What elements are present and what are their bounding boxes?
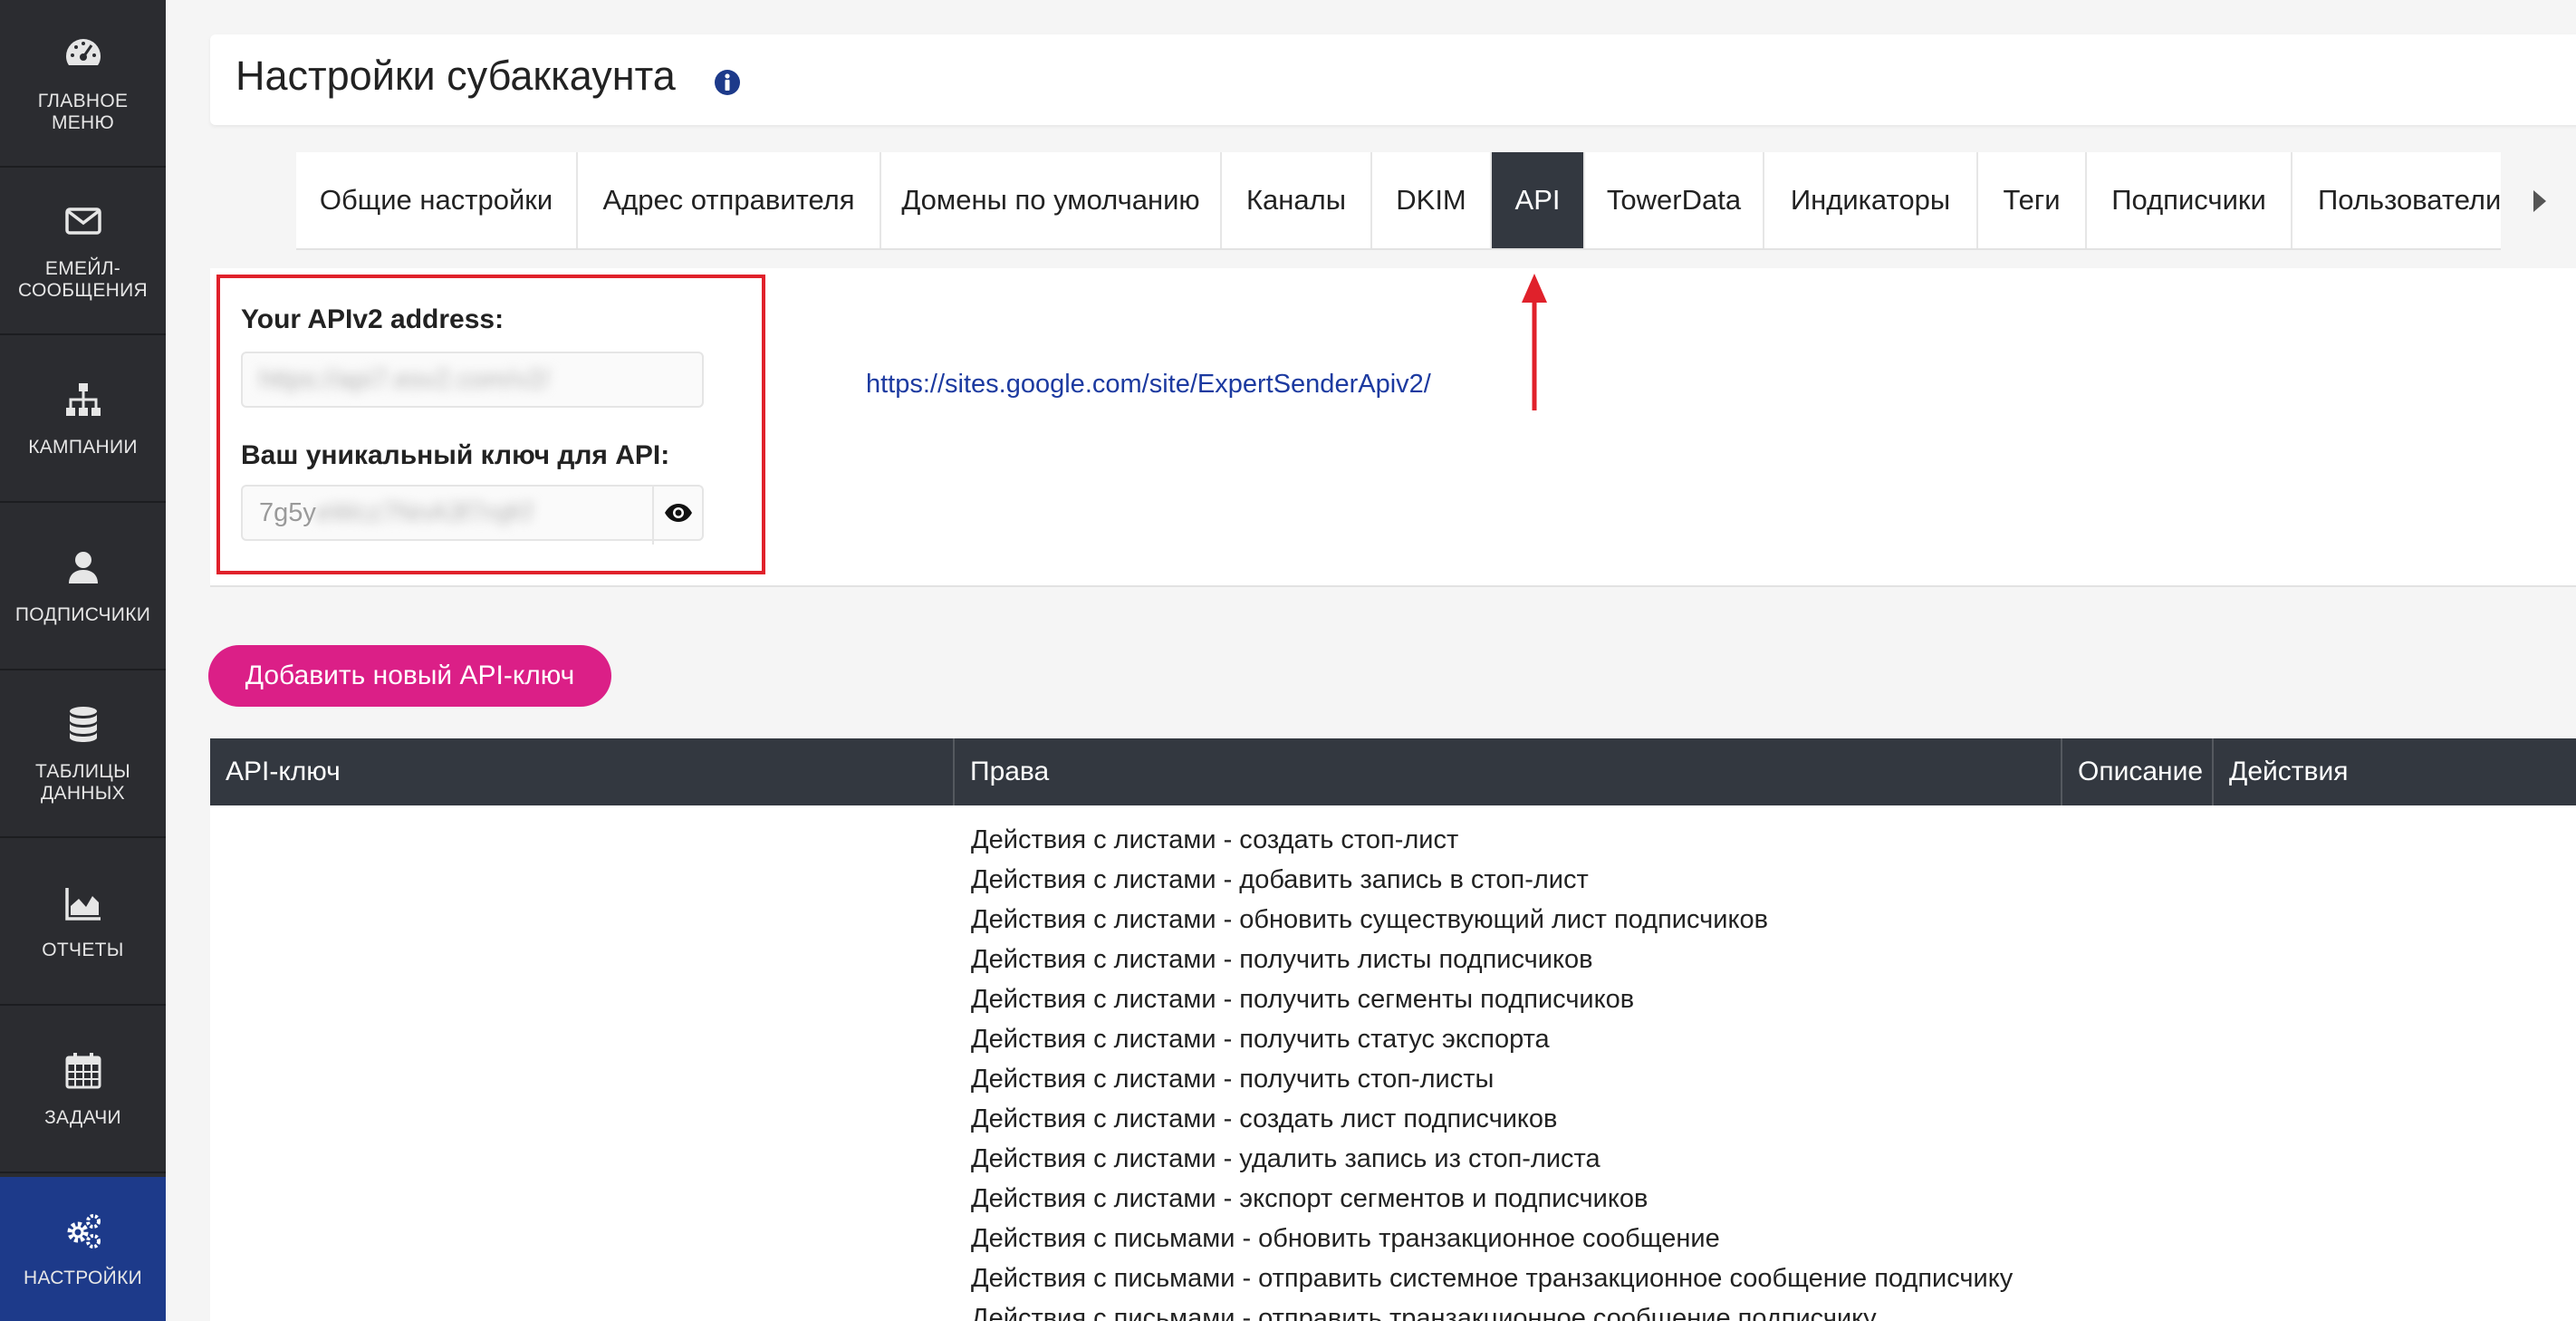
tab-dkim[interactable]: DKIM (1372, 152, 1492, 248)
column-header-api-key[interactable]: API-ключ (210, 738, 955, 805)
tab-users[interactable]: Пользователи (2292, 152, 2501, 248)
rights-list-item: Действия с листами - получить стоп-листы (971, 1065, 1495, 1094)
eye-icon (664, 503, 693, 527)
add-api-key-button[interactable]: Добавить новый API-ключ (208, 645, 611, 707)
api-address-field[interactable]: https://api7.esv2.com/v2/ (241, 352, 704, 408)
api-address-value: https://api7.esv2.com/v2/ (259, 364, 550, 394)
page-title: Настройки субаккаунта (235, 53, 676, 99)
tab-general-settings[interactable]: Общие настройки (296, 152, 578, 248)
sidebar-item-label: ОТЧЕТЫ (42, 939, 124, 960)
sidebar-item-label: НАСТРОЙКИ (23, 1267, 142, 1288)
sidebar: ГЛАВНОЕ МЕНЮ ЕМЕЙЛ-СООБЩЕНИЯ КАМПАНИИ ПО… (0, 0, 166, 1321)
rights-list-item: Действия с листами - получить статус экс… (971, 1025, 1550, 1054)
rights-list-item: Действия с листами - получить сегменты п… (971, 985, 1635, 1014)
red-arrow-annotation (1522, 274, 1547, 410)
sidebar-item-label: ПОДПИСЧИКИ (14, 603, 151, 625)
api-key-field[interactable]: 7g5y eWcz7NnA3f7rqKf (241, 485, 704, 541)
sitemap-icon (62, 379, 104, 420)
sidebar-item-settings[interactable]: НАСТРОЙКИ (0, 1177, 166, 1321)
tab-subscribers[interactable]: Подписчики (2087, 152, 2292, 248)
sidebar-item-label: ГЛАВНОЕ МЕНЮ (37, 90, 129, 133)
sidebar-item-emails[interactable]: ЕМЕЙЛ-СООБЩЕНИЯ (0, 168, 166, 335)
sidebar-item-tasks[interactable]: ЗАДАЧИ (0, 1006, 166, 1173)
tabs-scroll-right-icon[interactable] (2533, 190, 2546, 212)
rights-list: Действия с листами - создать стоп-лист Д… (971, 820, 2013, 1321)
rights-list-item: Действия с письмами - обновить транзакци… (971, 1224, 1720, 1253)
rights-list-item: Действия с письмами - отправить системно… (971, 1264, 2014, 1293)
tab-default-domains[interactable]: Домены по умолчанию (881, 152, 1222, 248)
sidebar-item-campaigns[interactable]: КАМПАНИИ (0, 335, 166, 503)
area-chart-icon (62, 882, 104, 923)
sidebar-item-main-menu[interactable]: ГЛАВНОЕ МЕНЮ (0, 0, 166, 168)
api-key-visible-part: 7g5y (259, 497, 316, 527)
dashboard-icon (62, 33, 104, 74)
rights-list-item: Действия с листами - обновить существующ… (971, 905, 1769, 934)
api-key-hidden-part: eWcz7NnA3f7rqKf (315, 497, 533, 527)
sidebar-item-label: КАМПАНИИ (28, 436, 138, 458)
tab-channels[interactable]: Каналы (1222, 152, 1372, 248)
settings-tabs: Общие настройки Адрес отправителя Домены… (296, 152, 2501, 250)
gears-icon (62, 1210, 104, 1251)
rights-list-item: Действия с письмами - отправить транзакц… (971, 1304, 1877, 1321)
sidebar-item-label: ТАБЛИЦЫ ДАННЫХ (34, 760, 131, 804)
api-address-label: Your APIv2 address: (241, 304, 505, 334)
page-header: Настройки субаккаунта (210, 34, 2576, 125)
sidebar-item-label: ЕМЕЙЛ-СООБЩЕНИЯ (18, 257, 148, 301)
rights-list-item: Действия с листами - создать лист подпис… (971, 1104, 1558, 1133)
show-key-button[interactable] (652, 485, 703, 545)
rights-list-item: Действия с листами - получить листы подп… (971, 945, 1593, 974)
rights-list-item: Действия с листами - создать стоп-лист (971, 825, 1459, 854)
column-header-actions[interactable]: Действия (2214, 738, 2576, 805)
tab-tags[interactable]: Теги (1978, 152, 2087, 248)
envelope-icon (62, 200, 104, 242)
rights-list-item: Действия с листами - добавить запись в с… (971, 865, 1589, 894)
calendar-icon (62, 1049, 104, 1091)
tab-sender-address[interactable]: Адрес отправителя (578, 152, 881, 248)
sidebar-item-subscribers[interactable]: ПОДПИСЧИКИ (0, 503, 166, 670)
column-header-rights[interactable]: Права (955, 738, 2062, 805)
tab-towerdata[interactable]: TowerData (1585, 152, 1764, 248)
user-icon (62, 546, 104, 588)
rights-list-item: Действия с листами - удалить запись из с… (971, 1144, 1600, 1173)
api-documentation-link[interactable]: https://sites.google.com/site/ExpertSend… (866, 370, 1431, 400)
tab-api[interactable]: API (1492, 152, 1585, 248)
sidebar-item-reports[interactable]: ОТЧЕТЫ (0, 838, 166, 1006)
api-keys-table-header: API-ключ Права Описание Действия (210, 738, 2576, 805)
sidebar-item-label: ЗАДАЧИ (44, 1106, 121, 1128)
column-header-description[interactable]: Описание (2062, 738, 2214, 805)
api-key-label: Ваш уникальный ключ для API: (241, 440, 670, 470)
database-icon (62, 703, 104, 745)
info-circle-icon[interactable] (714, 69, 741, 96)
rights-list-item: Действия с листами - экспорт сегментов и… (971, 1184, 1648, 1213)
sidebar-item-data-tables[interactable]: ТАБЛИЦЫ ДАННЫХ (0, 670, 166, 838)
tab-indicators[interactable]: Индикаторы (1764, 152, 1978, 248)
